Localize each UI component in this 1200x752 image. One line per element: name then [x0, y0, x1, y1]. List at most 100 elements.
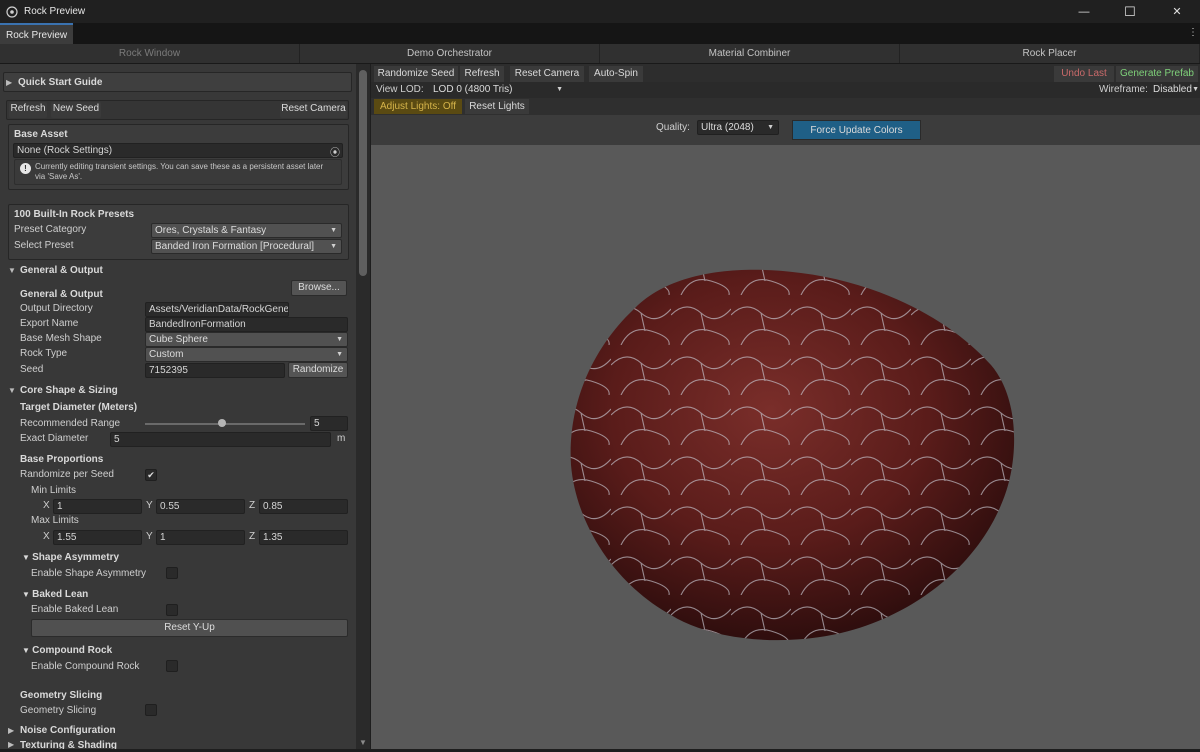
quick-start-label: Quick Start Guide	[18, 76, 103, 88]
seed-label: Seed	[20, 364, 44, 375]
enable-shape-asymmetry-checkbox[interactable]	[166, 567, 178, 579]
select-preset-dropdown[interactable]: Banded Iron Formation [Procedural] ▼	[151, 239, 342, 254]
exact-diameter-label: Exact Diameter	[20, 433, 89, 444]
min-z-field[interactable]: 0.85	[259, 499, 348, 514]
force-update-colors-button[interactable]: Force Update Colors	[792, 120, 921, 140]
recommended-range-field[interactable]: 5	[310, 416, 348, 431]
tab-rock-window[interactable]: Rock Window	[0, 44, 300, 63]
rock-type-dropdown[interactable]: Custom ▼	[145, 347, 348, 362]
randomize-per-seed-checkbox[interactable]: ✔	[145, 469, 157, 481]
chevron-down-icon: ▼	[22, 590, 33, 599]
max-x-field[interactable]: 1.55	[53, 530, 142, 545]
enable-compound-rock-label: Enable Compound Rock	[31, 661, 140, 672]
quality-label: Quality:	[656, 122, 690, 133]
chevron-down-icon: ▼	[22, 553, 33, 562]
min-y-axis-label: Y	[146, 500, 153, 511]
min-y-field[interactable]: 0.55	[156, 499, 245, 514]
close-button[interactable]: ✕	[1154, 0, 1200, 23]
core-shape-foldout[interactable]: ▼ Core Shape & Sizing	[8, 381, 118, 399]
chevron-down-icon: ▼	[330, 227, 337, 234]
tab-menu-icon[interactable]: ⋮	[1188, 27, 1198, 38]
noise-configuration-foldout[interactable]: ▶ Noise Configuration	[8, 721, 116, 739]
browse-button[interactable]: Browse...	[291, 280, 347, 296]
core-shape-foldout-label: Core Shape & Sizing	[20, 384, 118, 396]
maximize-button[interactable]: ☐	[1107, 0, 1153, 23]
tab-demo-orchestrator[interactable]: Demo Orchestrator	[300, 44, 600, 63]
info-text: Currently editing transient settings. Yo…	[35, 162, 324, 181]
max-y-field[interactable]: 1	[156, 530, 245, 545]
randomize-seed-button[interactable]: Randomize Seed	[374, 66, 458, 82]
max-z-field[interactable]: 1.35	[259, 530, 348, 545]
quality-value: Ultra (2048)	[701, 122, 754, 133]
wireframe-dropdown[interactable]: Disabled ▼	[1149, 82, 1200, 97]
chevron-down-icon: ▼	[1192, 86, 1199, 93]
min-z-axis-label: Z	[249, 500, 256, 511]
rock-mesh-render	[570, 269, 1015, 641]
undo-last-button[interactable]: Undo Last	[1054, 66, 1114, 82]
wireframe-label: Wireframe:	[1099, 84, 1148, 95]
slider-handle[interactable]	[217, 419, 226, 427]
base-asset-field[interactable]: None (Rock Settings)	[13, 143, 343, 158]
general-output-foldout[interactable]: ▼ General & Output	[8, 261, 103, 279]
adjust-lights-button[interactable]: Adjust Lights: Off	[374, 99, 462, 114]
chevron-right-icon: ▶	[8, 725, 15, 735]
info-icon: !	[20, 163, 31, 174]
title-bar: Rock Preview	[0, 0, 1200, 23]
lod-row: View LOD: LOD 0 (4800 Tris) ▼ Wireframe: …	[371, 82, 1200, 98]
auto-spin-button[interactable]: Auto-Spin	[589, 66, 643, 82]
shape-asymmetry-header-label: Shape Asymmetry	[32, 552, 120, 563]
preset-category-dropdown[interactable]: Ores, Crystals & Fantasy ▼	[151, 223, 342, 238]
base-asset-title: Base Asset	[14, 129, 68, 140]
general-output-header: General & Output	[20, 289, 103, 300]
compound-rock-header-label: Compound Rock	[32, 645, 113, 656]
rock-shape	[570, 269, 1015, 641]
quick-start-header[interactable]: ▶ Quick Start Guide	[6, 73, 102, 91]
texturing-foldout[interactable]: ▶ Texturing & Shading	[8, 740, 117, 749]
compound-rock-header[interactable]: ▼ Compound Rock	[22, 644, 112, 658]
lights-row: Adjust Lights: Off Reset Lights	[371, 98, 1200, 115]
refresh-button[interactable]: Refresh	[9, 102, 47, 118]
chevron-right-icon: ▶	[8, 740, 15, 749]
chevron-down-icon: ▼	[767, 124, 774, 131]
seed-field[interactable]: 7152395	[145, 363, 285, 378]
output-directory-field[interactable]: Assets/VeridianData/RockGener-	[145, 302, 289, 317]
object-picker-icon[interactable]: ⦿	[330, 144, 340, 159]
chevron-down-icon: ▼	[330, 243, 337, 250]
reset-camera-preview-button[interactable]: Reset Camera	[510, 66, 584, 82]
reset-lights-button[interactable]: Reset Lights	[465, 99, 529, 114]
rock-type-value: Custom	[149, 349, 184, 360]
tab-rock-placer[interactable]: Rock Placer	[900, 44, 1200, 63]
shape-asymmetry-header[interactable]: ▼ Shape Asymmetry	[22, 551, 119, 565]
randomize-button[interactable]: Randomize	[288, 362, 348, 378]
settings-panel: ▶ Quick Start Guide Refresh New Seed Res…	[0, 64, 370, 749]
base-mesh-shape-value: Cube Sphere	[149, 334, 208, 345]
geometry-slicing-checkbox[interactable]	[145, 704, 157, 716]
max-y-axis-label: Y	[146, 531, 153, 542]
generate-prefab-button[interactable]: Generate Prefab	[1116, 66, 1198, 82]
exact-diameter-field[interactable]: 5	[110, 432, 331, 447]
tab-rock-preview[interactable]: Rock Preview	[0, 23, 74, 44]
baked-lean-header[interactable]: ▼ Baked Lean	[22, 588, 88, 602]
min-x-field[interactable]: 1	[53, 499, 142, 514]
reset-y-up-button[interactable]: Reset Y-Up	[31, 619, 348, 637]
tab-material-combiner[interactable]: Material Combiner	[600, 44, 900, 63]
base-mesh-shape-dropdown[interactable]: Cube Sphere ▼	[145, 332, 348, 347]
enable-compound-rock-checkbox[interactable]	[166, 660, 178, 672]
quality-row: Quality: Ultra (2048) ▼ Force Update Colo…	[371, 115, 1200, 145]
reset-camera-button[interactable]: Reset Camera	[280, 102, 347, 118]
new-seed-button[interactable]: New Seed	[51, 102, 101, 118]
quality-dropdown[interactable]: Ultra (2048) ▼	[697, 120, 779, 135]
view-lod-dropdown[interactable]: LOD 0 (4800 Tris) ▼	[429, 82, 568, 97]
refresh-preview-button[interactable]: Refresh	[460, 66, 504, 82]
rock-preview-viewport[interactable]	[371, 145, 1200, 749]
chevron-down-icon: ▼	[8, 265, 16, 275]
panel-scrollbar[interactable]: ▼	[356, 64, 370, 749]
app-icon	[6, 5, 18, 18]
texturing-label: Texturing & Shading	[20, 740, 118, 749]
wireframe-value: Disabled	[1153, 84, 1192, 95]
export-name-field[interactable]: BandedIronFormation	[145, 317, 348, 332]
enable-baked-lean-checkbox[interactable]	[166, 604, 178, 616]
scrollbar-thumb[interactable]	[359, 70, 367, 276]
minimize-button[interactable]: —	[1061, 0, 1107, 23]
scroll-down-icon[interactable]: ▼	[359, 738, 367, 747]
